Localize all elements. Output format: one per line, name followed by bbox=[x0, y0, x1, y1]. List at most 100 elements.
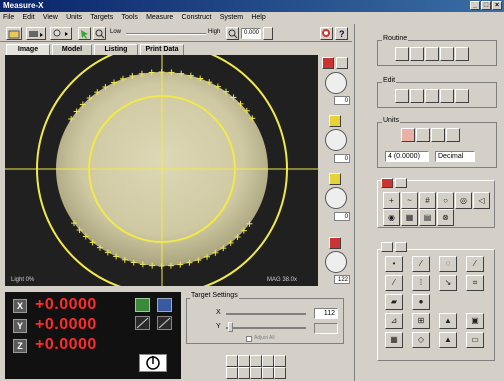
inch-mm-button[interactable] bbox=[401, 128, 415, 142]
block-tool-button[interactable] bbox=[238, 367, 250, 379]
menu-targets[interactable]: Targets bbox=[87, 12, 116, 23]
arrow-left-button[interactable]: ◁ bbox=[473, 192, 490, 209]
edit-tool-5-button[interactable] bbox=[455, 89, 469, 103]
menu-help[interactable]: Help bbox=[248, 12, 268, 23]
focus-tool-button[interactable] bbox=[274, 367, 286, 379]
menu-construct[interactable]: Construct bbox=[179, 12, 215, 23]
pointer-button[interactable] bbox=[78, 27, 91, 40]
construct-tool-button[interactable]: ◌ bbox=[439, 256, 457, 272]
tab-listing[interactable]: Listing bbox=[94, 44, 138, 55]
tab-print-data[interactable]: Print Data bbox=[140, 44, 184, 55]
stage-zero-button[interactable] bbox=[157, 298, 172, 312]
datum-button[interactable] bbox=[446, 128, 460, 142]
construct-tab-2[interactable] bbox=[395, 242, 407, 252]
construct-tool-button[interactable]: ⁄ bbox=[466, 256, 484, 272]
construct-tool-button[interactable]: ⊿ bbox=[385, 313, 403, 329]
construct-tab-1[interactable] bbox=[381, 242, 393, 252]
construct-tool-button[interactable]: ▲ bbox=[439, 332, 457, 348]
construct-tool-button[interactable]: ◇ bbox=[412, 332, 430, 348]
construct-tool-button[interactable]: ↘ bbox=[439, 275, 457, 291]
new-routine-button[interactable] bbox=[395, 47, 409, 61]
settings-button[interactable] bbox=[320, 27, 333, 40]
ring-tool-button[interactable] bbox=[274, 355, 286, 367]
light-field-3[interactable]: 0 bbox=[334, 212, 350, 221]
stage-home-button[interactable] bbox=[135, 298, 150, 312]
menu-system[interactable]: System bbox=[217, 12, 246, 23]
power-button[interactable] bbox=[139, 354, 167, 372]
angle-button[interactable] bbox=[431, 128, 445, 142]
light-slider[interactable]: Low High bbox=[110, 29, 222, 39]
menu-view[interactable]: View bbox=[40, 12, 61, 23]
light-dial-3[interactable] bbox=[325, 187, 347, 209]
save-routine-button[interactable] bbox=[425, 47, 439, 61]
bulb-button-1[interactable] bbox=[329, 115, 341, 127]
magnify-button[interactable] bbox=[93, 27, 106, 40]
target-tool-button[interactable] bbox=[226, 367, 238, 379]
grid2-tool-button[interactable] bbox=[250, 367, 262, 379]
edit-tool-2-button[interactable] bbox=[410, 89, 424, 103]
measure-tab-1[interactable] bbox=[381, 178, 393, 188]
light-dial-1[interactable] bbox=[325, 72, 347, 94]
menu-units[interactable]: Units bbox=[63, 12, 85, 23]
edit-tool-4-button[interactable] bbox=[440, 89, 454, 103]
light-top-button[interactable] bbox=[322, 57, 334, 69]
wave-button[interactable]: ~ bbox=[401, 192, 418, 209]
save-as-routine-button[interactable] bbox=[440, 47, 454, 61]
construct-tool-button[interactable]: ⁞ bbox=[412, 275, 430, 291]
menu-measure[interactable]: Measure bbox=[143, 12, 176, 23]
zoom-in-button[interactable] bbox=[226, 27, 239, 40]
construct-tool-button[interactable]: ▭ bbox=[466, 332, 484, 348]
construct-tool-button[interactable]: ▣ bbox=[466, 313, 484, 329]
measure-tab-2[interactable] bbox=[395, 178, 407, 188]
maximize-button[interactable]: □ bbox=[481, 1, 491, 10]
edge-tool-button[interactable] bbox=[262, 367, 274, 379]
light-dial-4[interactable] bbox=[325, 251, 347, 273]
target-x-thumb[interactable] bbox=[234, 308, 239, 318]
polar-button[interactable] bbox=[416, 128, 430, 142]
zoom-field[interactable]: 0.000 bbox=[241, 28, 261, 39]
target-y-field[interactable] bbox=[314, 323, 338, 334]
circle-tool-button[interactable] bbox=[262, 355, 274, 367]
menu-edit[interactable]: Edit bbox=[20, 12, 38, 23]
focus-button[interactable]: ◉ bbox=[383, 209, 400, 226]
construct-tool-button[interactable]: ▲ bbox=[439, 313, 457, 329]
hash-tool-button[interactable] bbox=[250, 355, 262, 367]
construct-tool-button[interactable]: ⌗ bbox=[466, 275, 484, 291]
construct-tool-button[interactable]: ⊞ bbox=[412, 313, 430, 329]
axis-y-button[interactable]: Y bbox=[13, 319, 27, 333]
image-view[interactable]: Light 0% MAG 38.0x bbox=[5, 55, 318, 286]
wave-tool-button[interactable] bbox=[238, 355, 250, 367]
adjust-all-checkbox[interactable] bbox=[246, 336, 252, 342]
grid-button[interactable]: ▦ bbox=[401, 209, 418, 226]
print-routine-button[interactable] bbox=[455, 47, 469, 61]
tab-model[interactable]: Model bbox=[52, 44, 92, 55]
ring-button[interactable]: ◎ bbox=[455, 192, 472, 209]
bulb-button-3[interactable] bbox=[329, 237, 341, 249]
close-button[interactable]: × bbox=[492, 1, 502, 10]
stage-diag-button-1[interactable] bbox=[135, 316, 150, 330]
target-y-thumb[interactable] bbox=[228, 322, 233, 332]
light-dial-2[interactable] bbox=[325, 129, 347, 151]
edit-tool-1-button[interactable] bbox=[395, 89, 409, 103]
cross-tool-button[interactable]: + bbox=[383, 192, 400, 209]
minimize-button[interactable]: _ bbox=[470, 1, 480, 10]
circle-button[interactable]: ○ bbox=[437, 192, 454, 209]
block-button[interactable]: ▤ bbox=[419, 209, 436, 226]
slider-track[interactable] bbox=[126, 33, 206, 35]
open-file-button[interactable] bbox=[6, 27, 22, 40]
axis-x-button[interactable]: X bbox=[13, 299, 27, 313]
menu-file[interactable]: File bbox=[0, 12, 17, 23]
construct-tool-button[interactable]: • bbox=[385, 256, 403, 272]
bulb-button-2[interactable] bbox=[329, 173, 341, 185]
light-field-1[interactable]: 0 bbox=[334, 96, 350, 105]
format-select[interactable]: Decimal bbox=[435, 151, 475, 162]
target-button[interactable]: ⊗ bbox=[437, 209, 454, 226]
open-routine-button[interactable] bbox=[410, 47, 424, 61]
zoom-arrow-button[interactable] bbox=[263, 27, 273, 40]
light-field-2[interactable]: 0 bbox=[334, 154, 350, 163]
construct-tool-button[interactable]: ▦ bbox=[385, 332, 403, 348]
target-y-slider[interactable] bbox=[226, 327, 306, 329]
construct-tool-button[interactable]: ⁄ bbox=[385, 275, 403, 291]
help-button[interactable]: ? bbox=[335, 27, 348, 40]
construct-tool-button[interactable]: ▰ bbox=[385, 294, 403, 310]
